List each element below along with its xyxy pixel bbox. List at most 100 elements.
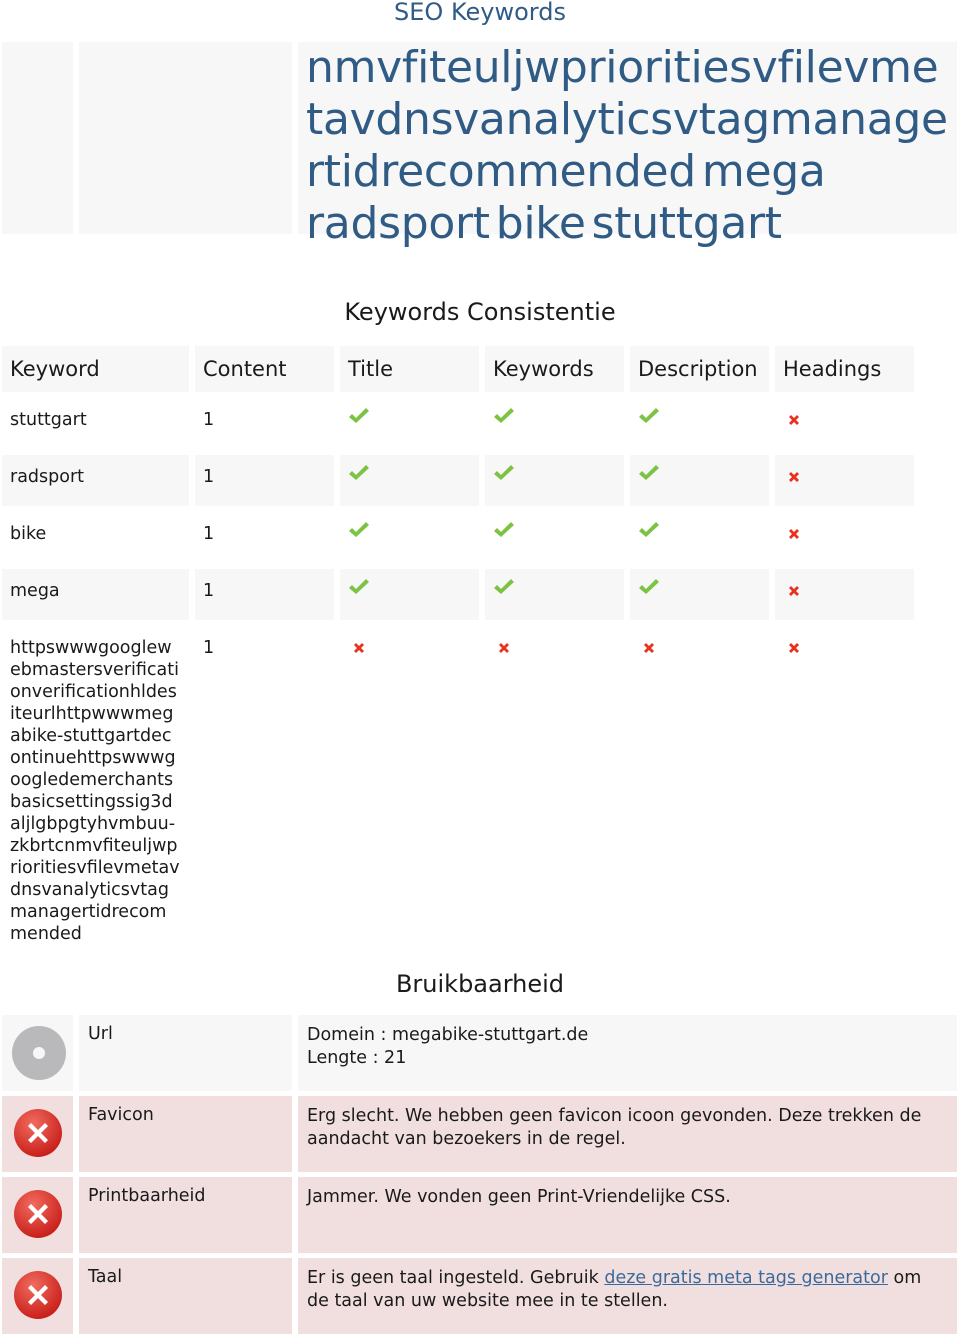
check-icon [493,407,515,425]
header-title: Title [340,346,479,392]
check-icon [638,578,660,596]
check-icon [493,464,515,482]
usability-result-cell: Erg slecht. We hebben geen favicon icoon… [298,1096,957,1172]
keyword-block-icon-cell [2,42,73,234]
result-line: Lengte : 21 [307,1047,407,1068]
header-keywords: Keywords [485,346,624,392]
keywords-status-cell [485,455,624,506]
keyword-cloud: nmvfiteuljwprioritiesvfilevmetavdnsvanal… [298,42,957,249]
usability-result-text: Erg slecht. We hebben geen favicon icoon… [307,1106,922,1149]
result-line: Domein : megabike-stuttgart.de [307,1025,589,1045]
content-count-cell: 1 [203,524,215,544]
keyword-cell: httpswwwgooglewebmastersverificationveri… [10,638,180,944]
cloud-keyword: bike [495,198,586,249]
usability-label: Url [88,1024,113,1044]
headings-status-cell [775,455,914,506]
header-keyword: Keyword [2,346,189,392]
usability-result-cell: Jammer. We vonden geen Print-Vriendelijk… [298,1177,957,1253]
check-icon [348,407,370,425]
table-row: mega 1 [2,569,914,620]
usability-label-cell: Printbaarheid [79,1177,292,1253]
header-content: Content [195,346,334,392]
header-description: Description [630,346,769,392]
usability-result-text: Jammer. We vonden geen Print-Vriendelijk… [307,1187,731,1207]
check-icon [493,521,515,539]
meta-tags-generator-link[interactable]: deze gratis meta tags generator [604,1268,888,1288]
cross-icon [787,525,803,541]
title-status-cell [340,512,479,563]
check-icon [348,464,370,482]
cross-icon [787,468,803,484]
usability-row-url: Url Domein : megabike-stuttgart.de Lengte … [0,1015,960,1091]
headings-status-cell [775,626,914,945]
description-status-cell [630,398,769,449]
usability-label: Taal [88,1267,123,1287]
header-headings: Headings [775,346,914,392]
keyword-cloud-text: nmvfiteuljwprioritiesvfilevmetavdnsvanal… [306,42,951,250]
cross-icon [787,582,803,598]
table-row: stuttgart 1 [2,398,914,449]
title-status-cell [340,626,479,945]
keyword-cell: mega [2,569,189,620]
check-icon [348,521,370,539]
table-header-row: Keyword Content Title Keywords Descripti… [2,346,914,392]
cross-icon [787,411,803,427]
cloud-keyword: mega [701,146,826,197]
cross-icon [497,639,513,655]
check-icon [638,521,660,539]
description-status-cell [630,626,769,945]
error-circle-icon [2,1258,73,1334]
table-row: bike 1 [2,512,914,563]
keyword-cell: radsport [2,455,189,506]
usability-label-cell: Url [79,1015,292,1091]
cross-icon [352,639,368,655]
title-status-cell [340,569,479,620]
title-status-cell [340,455,479,506]
check-icon [493,578,515,596]
cross-icon [642,639,658,655]
keyword-block-label-cell [79,42,292,234]
page-title: SEO Keywords [394,0,566,26]
usability-result-cell: Er is geen taal ingesteld. Gebruik deze … [298,1258,957,1334]
error-circle-icon [2,1177,73,1253]
keyword-cell: stuttgart [10,410,87,430]
usability-label-cell: Favicon [79,1096,292,1172]
keywords-status-cell [485,569,624,620]
headings-status-cell [775,569,914,620]
table-row: radsport 1 [2,455,914,506]
content-count-cell: 1 [203,410,215,430]
error-circle-icon [2,1096,73,1172]
cloud-keyword: stuttgart [591,198,782,249]
result-text-before: Er is geen taal ingesteld. Gebruik [307,1268,605,1288]
usability-title: Bruikbaarheid [395,970,565,998]
check-icon [638,464,660,482]
keyword-cell: bike [10,524,47,544]
usability-result-cell: Domein : megabike-stuttgart.de Lengte : 2… [298,1015,957,1091]
usability-label-cell: Taal [79,1258,292,1334]
consistency-title: Keywords Consistentie [344,298,616,326]
table-row: httpswwwgooglewebmastersverificationveri… [2,626,914,945]
usability-row-favicon: Favicon Erg slecht. We hebben geen favico… [0,1096,960,1172]
cross-icon [787,639,803,655]
usability-row-printbaarheid: Printbaarheid Jammer. We vonden geen Prin… [0,1177,960,1253]
description-status-cell [630,455,769,506]
keywords-status-cell [485,626,624,945]
keyword-consistency-table: Keyword Content Title Keywords Descripti… [0,340,920,951]
neutral-disc-icon [2,1015,73,1091]
cloud-keyword: nmvfiteuljwprioritiesvfilevmetavdnsvanal… [306,42,948,197]
usability-row-taal: Taal Er is geen taal ingesteld. Gebruik d… [0,1258,960,1334]
usability-label: Printbaarheid [88,1186,206,1206]
headings-status-cell [775,512,914,563]
content-count-cell: 1 [195,569,334,620]
keywords-status-cell [485,398,624,449]
cloud-keyword: radsport [306,198,490,249]
description-status-cell [630,512,769,563]
headings-status-cell [775,398,914,449]
title-status-cell [340,398,479,449]
usability-result-text: Domein : megabike-stuttgart.de Lengte : 2… [307,1024,943,1069]
content-count-cell: 1 [203,638,215,658]
keywords-status-cell [485,512,624,563]
usability-label: Favicon [88,1105,154,1125]
check-icon [638,407,660,425]
description-status-cell [630,569,769,620]
